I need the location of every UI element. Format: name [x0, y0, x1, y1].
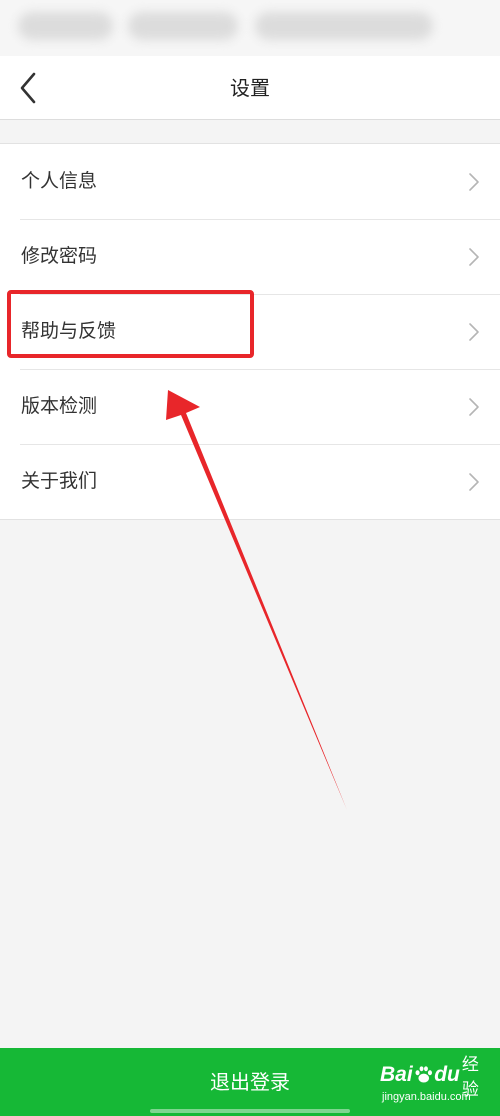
chevron-right-icon [469, 248, 479, 266]
menu-item-version-check[interactable]: 版本检测 [0, 369, 500, 444]
watermark-brand-left: Bai [380, 1063, 413, 1086]
status-bar [0, 0, 500, 56]
blurred-status-info [255, 12, 433, 40]
logout-button[interactable]: 退出登录 [150, 1048, 350, 1116]
annotation-highlight-box [7, 290, 254, 358]
menu-item-change-password[interactable]: 修改密码 [0, 219, 500, 294]
watermark-brand-right: du [434, 1063, 460, 1086]
baidu-logo: Bai du 经验 [380, 1055, 492, 1100]
menu-item-label: 版本检测 [21, 395, 98, 417]
chevron-right-icon [469, 398, 479, 416]
menu-item-about-us[interactable]: 关于我们 [0, 444, 500, 519]
chevron-right-icon [469, 323, 479, 341]
home-indicator [150, 1109, 350, 1113]
blurred-status-info [18, 12, 113, 40]
chevron-right-icon [469, 173, 479, 191]
paw-icon [415, 1066, 432, 1083]
menu-item-label: 关于我们 [21, 470, 98, 492]
menu-item-personal-info[interactable]: 个人信息 [0, 144, 500, 219]
watermark-url: jingyan.baidu.com [382, 1091, 471, 1103]
blurred-status-info [128, 12, 238, 40]
menu-item-label: 修改密码 [21, 245, 98, 267]
navigation-bar: 设置 [0, 56, 500, 120]
baidu-jingyan-watermark: Bai du 经验 jingyan.baidu.com [380, 1055, 492, 1108]
menu-item-label: 个人信息 [21, 170, 98, 192]
chevron-right-icon [469, 473, 479, 491]
page-title: 设置 [230, 76, 270, 100]
